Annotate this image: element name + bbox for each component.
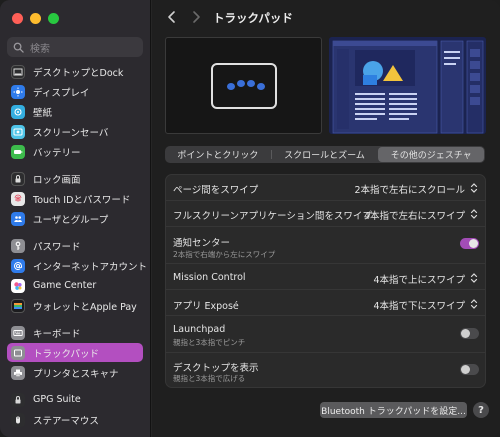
trackpad-illustration: [211, 63, 277, 109]
chevron-updown-icon[interactable]: [470, 209, 478, 219]
finger-dot: [227, 83, 235, 90]
setting-row-swipe-pages: ページ間をスワイプ 2本指で左右にスクロール: [166, 175, 485, 201]
at-icon: [11, 258, 25, 273]
page-title: トラックパッド: [213, 11, 293, 25]
tab-scroll-zoom[interactable]: スクロールとズーム: [272, 146, 378, 163]
mission-control-popup[interactable]: 4本指で上にスワイプ: [373, 272, 465, 286]
tab-point-click[interactable]: ポイントとクリック: [165, 146, 271, 163]
window-controls: [12, 13, 59, 24]
toolbar: トラックパッド: [152, 0, 500, 36]
finger-dot: [237, 80, 245, 87]
setting-row-notification-center: 通知センター 2本指で右端から左にスワイプ: [166, 227, 485, 264]
display-icon: [11, 84, 25, 99]
chevron-updown-icon[interactable]: [470, 183, 478, 193]
search-field[interactable]: 検索: [7, 37, 143, 57]
sidebar-item-wallet[interactable]: ウォレットとApple Pay: [7, 296, 143, 315]
sidebar-item-trackpad[interactable]: トラックパッド: [7, 343, 143, 362]
setting-row-swipe-fullscreen-apps: フルスクリーンアプリケーション間をスワイプ 4本指で左右にスワイプ: [166, 201, 485, 227]
screensaver-icon: [11, 124, 25, 139]
sidebar-item-keyboard[interactable]: キーボード: [7, 323, 143, 342]
close-window-button[interactable]: [12, 13, 23, 24]
sidebar-item-passwords[interactable]: パスワード: [7, 236, 143, 255]
desktop-illustration: [329, 37, 486, 134]
setup-bluetooth-trackpad-button[interactable]: Bluetooth トラックパッドを設定...: [320, 402, 467, 418]
sidebar-item-screensaver[interactable]: スクリーンセーバ: [7, 122, 143, 141]
battery-icon: [11, 144, 25, 159]
tab-segmented-control: ポイントとクリック スクロールとズーム その他のジェスチャ: [165, 146, 485, 163]
setting-row-launchpad: Launchpad 親指と3本指でピンチ: [166, 316, 485, 353]
setting-row-show-desktop: デスクトップを表示 親指と3本指で広げる: [166, 353, 485, 388]
zoom-window-button[interactable]: [48, 13, 59, 24]
search-icon: [13, 42, 24, 53]
settings-window: 検索 デスクトップとDock ディスプレイ 壁紙 スクリーンセーバ バッテリー …: [0, 0, 500, 437]
sidebar-item-display[interactable]: ディスプレイ: [7, 82, 143, 101]
main-pane: トラックパッド ポイントとクリック スクロールとズーム その他のジェスチャ ペー…: [152, 0, 500, 437]
sidebar-item-lock-screen[interactable]: ロック画面: [7, 169, 143, 188]
gesture-settings-group: ページ間をスワイプ 2本指で左右にスクロール フルスクリーンアプリケーション間を…: [165, 174, 486, 388]
forward-chevron-icon[interactable]: [189, 10, 203, 24]
launchpad-toggle[interactable]: [460, 328, 479, 339]
gesture-preview: [165, 37, 322, 134]
sidebar-item-battery[interactable]: バッテリー: [7, 142, 143, 161]
setting-row-app-expose: アプリ Exposé 4本指で下にスワイプ: [166, 290, 485, 316]
chevron-updown-icon[interactable]: [470, 299, 478, 309]
back-chevron-icon[interactable]: [165, 10, 179, 24]
sidebar-item-game-center[interactable]: Game Center: [7, 276, 143, 295]
swipe-pages-popup[interactable]: 2本指で左右にスクロール: [354, 182, 465, 196]
tab-more-gestures[interactable]: その他のジェスチャ: [378, 147, 485, 162]
keyboard-icon: [11, 325, 25, 340]
game-center-icon: [11, 278, 25, 293]
sidebar-item-gpg-suite[interactable]: GPG Suite: [7, 390, 143, 409]
sidebar-item-touch-id[interactable]: Touch IDとパスワード: [7, 189, 143, 208]
wallet-icon: [11, 298, 25, 313]
key-icon: [11, 238, 25, 253]
sidebar-item-users-groups[interactable]: ユーザとグループ: [7, 209, 143, 228]
sidebar-item-desktop-dock[interactable]: デスクトップとDock: [7, 62, 143, 81]
screen-preview: [329, 37, 486, 134]
show-desktop-toggle[interactable]: [460, 364, 479, 375]
sidebar-item-internet-accounts[interactable]: インターネットアカウント: [7, 256, 147, 275]
chevron-updown-icon[interactable]: [470, 273, 478, 283]
search-placeholder: 検索: [30, 43, 50, 55]
app-expose-popup[interactable]: 4本指で下にスワイプ: [373, 298, 465, 312]
gpg-lock-icon: [11, 392, 25, 407]
fingerprint-icon: [11, 191, 25, 206]
finger-dot: [247, 80, 255, 87]
dock-icon: [11, 64, 25, 79]
sidebar: 検索 デスクトップとDock ディスプレイ 壁紙 スクリーンセーバ バッテリー …: [0, 0, 151, 437]
help-button[interactable]: ?: [473, 402, 489, 418]
finger-dot: [257, 83, 265, 90]
mouse-icon: [11, 412, 25, 427]
notification-center-toggle[interactable]: [460, 238, 479, 249]
trackpad-icon: [11, 345, 25, 360]
swipe-fullscreen-popup[interactable]: 4本指で左右にスワイプ: [364, 208, 465, 222]
minimize-window-button[interactable]: [30, 13, 41, 24]
lock-icon: [11, 171, 25, 186]
sidebar-item-printers[interactable]: プリンタとスキャナ: [7, 363, 143, 382]
printer-icon: [11, 365, 25, 380]
users-icon: [11, 211, 25, 226]
sidebar-item-steermouse[interactable]: ステアーマウス: [7, 410, 143, 429]
sidebar-item-wallpaper[interactable]: 壁紙: [7, 102, 143, 121]
setting-row-mission-control: Mission Control 4本指で上にスワイプ: [166, 264, 485, 290]
wallpaper-icon: [11, 104, 25, 119]
